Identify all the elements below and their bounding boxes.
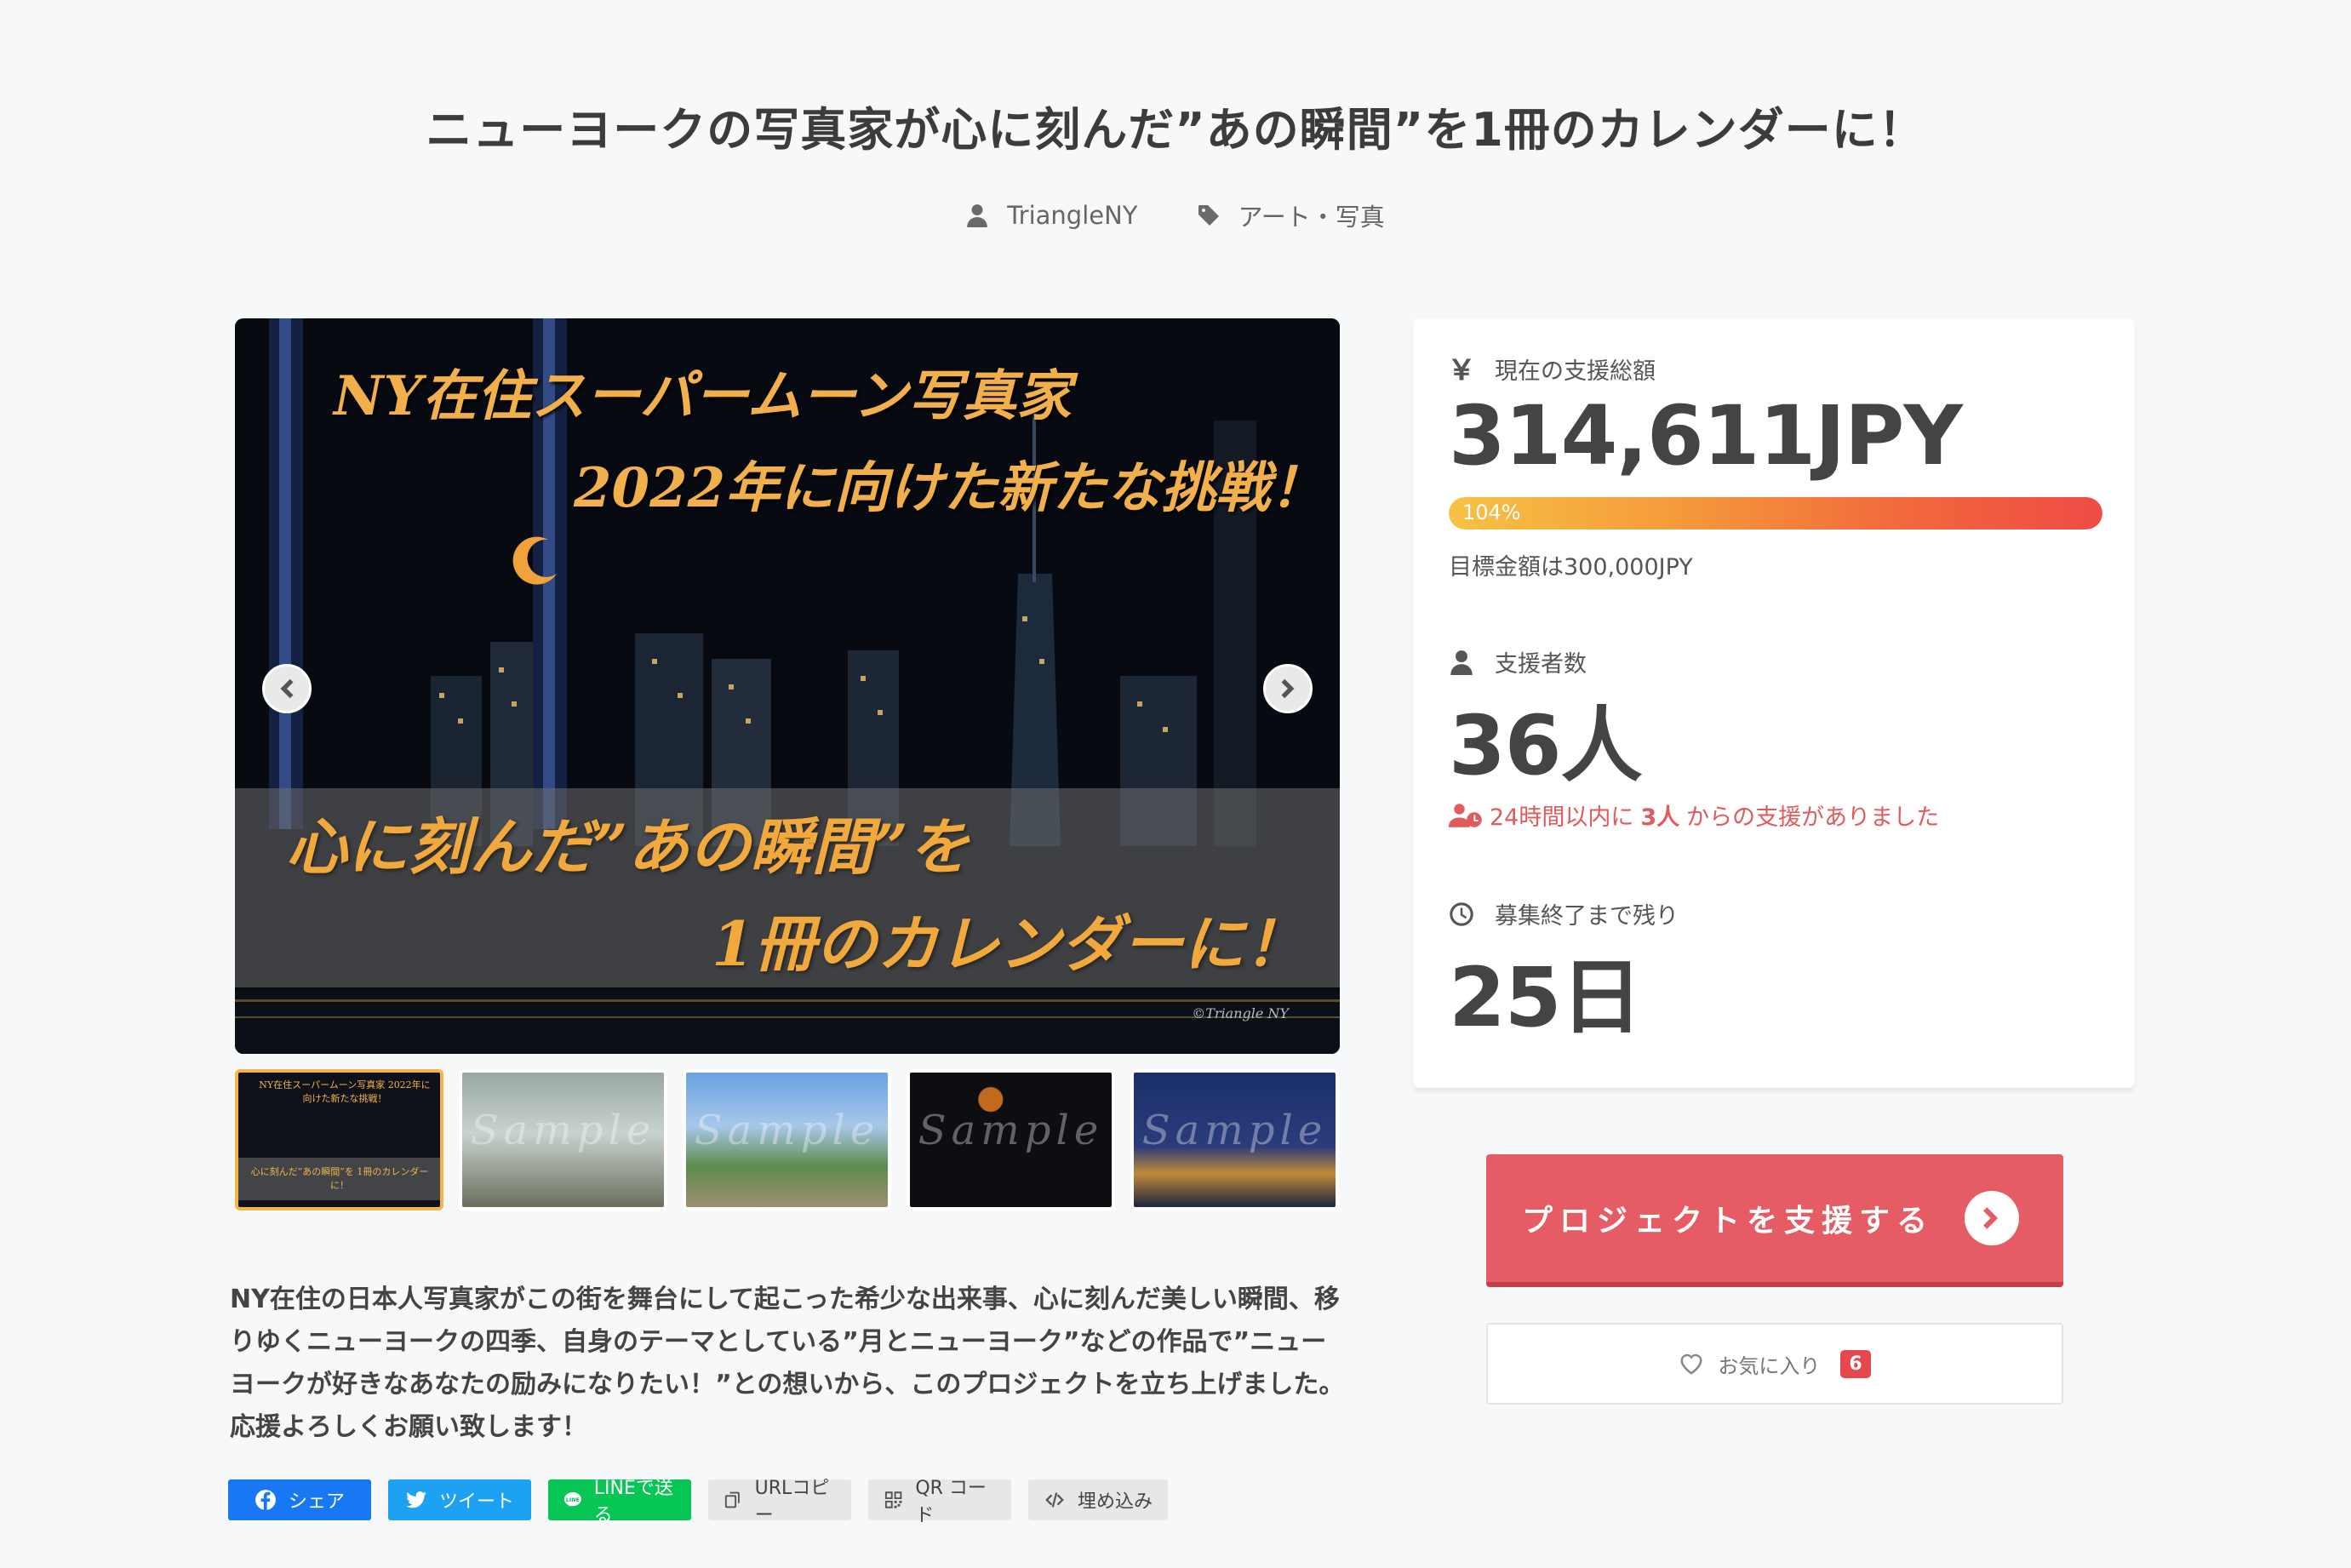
tag-icon — [1198, 205, 1219, 226]
photo-credit: ©Triangle NY — [1192, 1005, 1289, 1021]
copy-icon — [724, 1491, 740, 1508]
progress-fill: 104% — [1449, 497, 2102, 529]
twitter-icon — [406, 1491, 426, 1508]
line-icon: LINE — [563, 1491, 581, 1508]
code-icon — [1045, 1492, 1064, 1508]
thumbnail-2[interactable]: Sample — [459, 1069, 667, 1210]
heart-icon — [1680, 1353, 1702, 1375]
recent-backers-note: 24時間以内に 3人 からの支援がありました — [1449, 798, 1939, 832]
funding-progress-bar: 104% — [1449, 497, 2102, 529]
hero-caption-line1: 心に刻んだ”あの瞬間”を — [286, 810, 970, 883]
share-bar: シェア ツイート LINE LINEで送る URLコピー QR コード 埋め込み — [228, 1478, 1168, 1526]
thumbnail-4[interactable]: Sample — [907, 1069, 1115, 1210]
sample-watermark: Sample — [1141, 1107, 1328, 1154]
users-clock-icon — [1449, 803, 1482, 827]
project-description: NY在住の日本人写真家がこの街を舞台にして起こった希少な出来事、心に刻んだ美しい… — [230, 1285, 1345, 1442]
remaining-value: 25日 — [1449, 950, 1643, 1045]
twitter-tweet-button[interactable]: ツイート — [388, 1479, 531, 1520]
hero-heading-line1: NY在住スーパームーン写真家 — [334, 364, 1072, 428]
facebook-icon — [255, 1490, 276, 1511]
line-send-button[interactable]: LINE LINEで送る — [548, 1478, 691, 1526]
facebook-share-button[interactable]: シェア — [228, 1479, 371, 1520]
total-amount-label: 現在の支援総額 — [1449, 352, 1656, 386]
favorite-button[interactable]: お気に入り 6 — [1486, 1323, 2063, 1405]
line-send-label: LINEで送る — [593, 1478, 673, 1526]
total-amount-value: 314,611JPY — [1449, 388, 1963, 484]
thumbnail-caption: 心に刻んだ”あの瞬間”を 1冊のカレンダーに！ — [250, 1166, 429, 1191]
main-image-slider[interactable]: NY在住スーパームーン写真家 2022年に向けた新たな挑戦！ 心に刻んだ”あの瞬… — [235, 318, 1340, 1054]
hero-caption-line2: 1冊のカレンダーに！ — [712, 907, 1307, 980]
user-icon — [1450, 650, 1473, 675]
author-name: TriangleNY — [1007, 201, 1138, 230]
support-project-label: プロジェクトを支援する — [1522, 1204, 1935, 1239]
favorite-label: お気に入り — [1718, 1353, 1821, 1378]
funding-stats-card: 現在の支援総額 314,611JPY 104% 目標金額は300,000JPY … — [1413, 318, 2135, 1088]
qr-code-button[interactable]: QR コード — [868, 1478, 1011, 1526]
backers-value: 36人 — [1449, 698, 1643, 793]
chevron-right-icon — [1281, 678, 1295, 699]
sample-watermark: Sample — [470, 1107, 656, 1154]
category-link[interactable]: アート・写真 — [1198, 197, 1385, 233]
backers-label: 支援者数 — [1449, 645, 1587, 678]
remaining-label: 募集終了まで残り — [1449, 897, 1679, 930]
slider-prev-button[interactable] — [262, 664, 312, 713]
clock-icon — [1450, 901, 1473, 926]
yen-icon — [1451, 358, 1472, 380]
thumbnail-3[interactable]: Sample — [683, 1069, 891, 1210]
sample-watermark: Sample — [694, 1107, 880, 1154]
thumbnail-title: NY在住スーパームーン写真家 2022年に向けた新たな挑戦！ — [259, 1079, 431, 1104]
sample-watermark: Sample — [918, 1107, 1104, 1154]
embed-label: 埋め込み — [1078, 1491, 1153, 1513]
svg-text:LINE: LINE — [566, 1497, 580, 1503]
thumbnail-strip: NY在住スーパームーン写真家 2022年に向けた新たな挑戦！ 心に刻んだ”あの瞬… — [235, 1069, 1340, 1210]
progress-percent: 104% — [1462, 501, 1521, 524]
facebook-share-label: シェア — [288, 1491, 345, 1513]
author-link[interactable]: TriangleNY — [966, 197, 1138, 233]
thumbnail-1[interactable]: NY在住スーパームーン写真家 2022年に向けた新たな挑戦！ 心に刻んだ”あの瞬… — [235, 1069, 443, 1210]
embed-button[interactable]: 埋め込み — [1028, 1479, 1168, 1520]
user-icon — [967, 204, 988, 227]
page-title: ニューヨークの写真家が心に刻んだ”あの瞬間”を1冊のカレンダーに！ — [426, 103, 1925, 157]
chevron-left-icon — [280, 678, 294, 699]
url-copy-button[interactable]: URLコピー — [708, 1478, 851, 1526]
qr-code-icon — [884, 1491, 902, 1508]
url-copy-label: URLコピー — [754, 1478, 830, 1526]
slider-next-button[interactable] — [1263, 664, 1313, 713]
goal-amount: 目標金額は300,000JPY — [1449, 554, 1693, 581]
thumbnail-5[interactable]: Sample — [1130, 1069, 1339, 1210]
qr-code-label: QR コード — [915, 1478, 987, 1526]
arrow-right-circle-icon — [1965, 1191, 2019, 1245]
twitter-tweet-label: ツイート — [438, 1491, 514, 1513]
support-project-button[interactable]: プロジェクトを支援する — [1486, 1154, 2063, 1287]
favorite-count-badge: 6 — [1840, 1349, 1871, 1378]
category-name: アート・写真 — [1238, 203, 1385, 232]
hero-heading-line2: 2022年に向けた新たな挑戦！ — [574, 456, 1325, 520]
project-meta: TriangleNY アート・写真 — [0, 197, 2351, 233]
